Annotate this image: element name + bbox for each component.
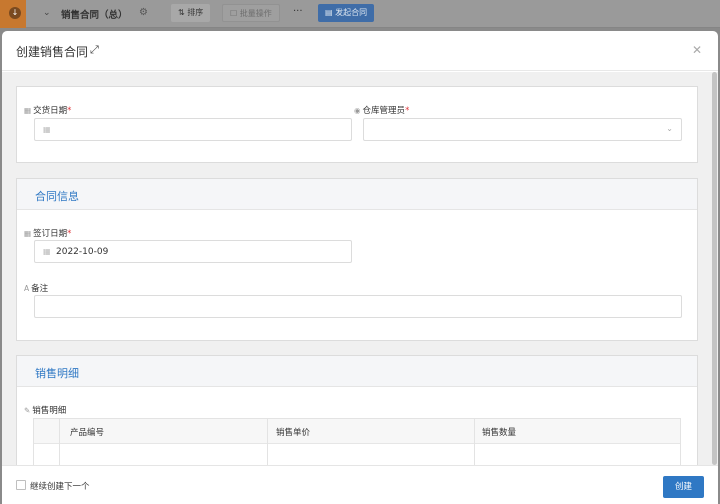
- more-icon: ···: [293, 6, 303, 17]
- calendar-icon: ▦: [24, 229, 32, 238]
- download-icon: ↓: [9, 7, 21, 19]
- calendar-icon: ▦: [43, 247, 51, 256]
- sales-detail-title: 销售明细: [35, 367, 79, 380]
- contract-info-card: 合同信息 ▦ 签订日期* ▦ 2022-10-09 A 备注: [16, 178, 698, 341]
- modal-scrollbar[interactable]: [711, 72, 718, 465]
- batch-operation-button: ☐ 批量操作: [222, 4, 280, 22]
- sales-detail-header: 销售明细: [17, 356, 697, 387]
- column-divider: [59, 419, 60, 465]
- scrollbar-thumb[interactable]: [712, 72, 717, 465]
- text-icon: A: [24, 284, 30, 293]
- column-header-quantity: 销售数量: [482, 428, 517, 438]
- warehouse-manager-label: ◉ 仓库管理员*: [354, 106, 410, 116]
- remark-input[interactable]: [34, 295, 682, 318]
- table-header: 产品编号 销售单价 销售数量: [34, 419, 680, 444]
- sales-detail-table-label: ✎ 销售明细: [24, 406, 67, 416]
- remark-label: A 备注: [24, 284, 49, 294]
- launch-contract-button: ▤ 发起合同: [318, 4, 375, 22]
- background-toolbar: ↓ ⌄ 销售合同（总） ⚙ ⇅ 排序 ☐ 批量操作 ··· ▤ 发起合同: [0, 0, 720, 28]
- column-header-unit-price: 销售单价: [276, 428, 311, 438]
- sales-detail-table: 产品编号 销售单价 销售数量: [33, 418, 681, 465]
- edit-icon: ✎: [24, 406, 31, 415]
- basic-fields-card: ▦ 交货日期* ▦ ◉ 仓库管理员* ⌄: [16, 86, 698, 163]
- continue-create-checkbox[interactable]: [16, 480, 26, 490]
- sign-date-value: 2022-10-09: [56, 247, 109, 257]
- delivery-date-input[interactable]: ▦: [34, 118, 352, 141]
- warehouse-manager-select[interactable]: ⌄: [363, 118, 682, 141]
- app-badge: ↓: [0, 0, 26, 28]
- calendar-icon: ▦: [43, 125, 51, 134]
- sales-detail-card: 销售明细 ✎ 销售明细 产品编号 销售单价 销售数量: [16, 355, 698, 465]
- modal-header: 创建销售合同 ⤢ ✕: [2, 31, 718, 71]
- column-divider: [474, 419, 475, 465]
- close-icon[interactable]: ✕: [692, 43, 702, 57]
- modal-footer: 继续创建下一个 创建: [2, 465, 718, 504]
- column-divider: [267, 419, 268, 465]
- modal-title: 创建销售合同: [16, 45, 89, 59]
- create-contract-modal: 创建销售合同 ⤢ ✕ ▦ 交货日期* ▦ ◉ 仓库管理员* ⌄ 合同信息 ▦ 签订日期…: [2, 31, 718, 504]
- sign-date-input[interactable]: ▦ 2022-10-09: [34, 240, 352, 263]
- sign-date-label: ▦ 签订日期*: [24, 229, 72, 239]
- create-button[interactable]: 创建: [663, 476, 704, 498]
- sort-button: ⇅ 排序: [171, 4, 211, 22]
- expand-icon[interactable]: ⤢: [90, 43, 99, 57]
- contract-info-title: 合同信息: [35, 190, 79, 203]
- launch-label: 发起合同: [335, 8, 368, 17]
- contract-info-header: 合同信息: [17, 179, 697, 210]
- calendar-icon: ▦: [24, 106, 32, 115]
- chevron-down-icon: ⌄: [43, 8, 51, 18]
- sort-label: 排序: [187, 8, 204, 17]
- delivery-date-label: ▦ 交货日期*: [24, 106, 72, 116]
- person-icon: ◉: [354, 106, 361, 115]
- modal-body: ▦ 交货日期* ▦ ◉ 仓库管理员* ⌄ 合同信息 ▦ 签订日期* ▦ 2022-10…: [2, 72, 718, 465]
- continue-create-label[interactable]: 继续创建下一个: [30, 480, 90, 492]
- chevron-down-icon: ⌄: [666, 124, 673, 133]
- view-settings-icon: ⚙: [139, 7, 148, 18]
- batch-label: 批量操作: [239, 9, 272, 18]
- column-header-product-code: 产品编号: [70, 428, 105, 438]
- view-title: 销售合同（总）: [61, 10, 128, 21]
